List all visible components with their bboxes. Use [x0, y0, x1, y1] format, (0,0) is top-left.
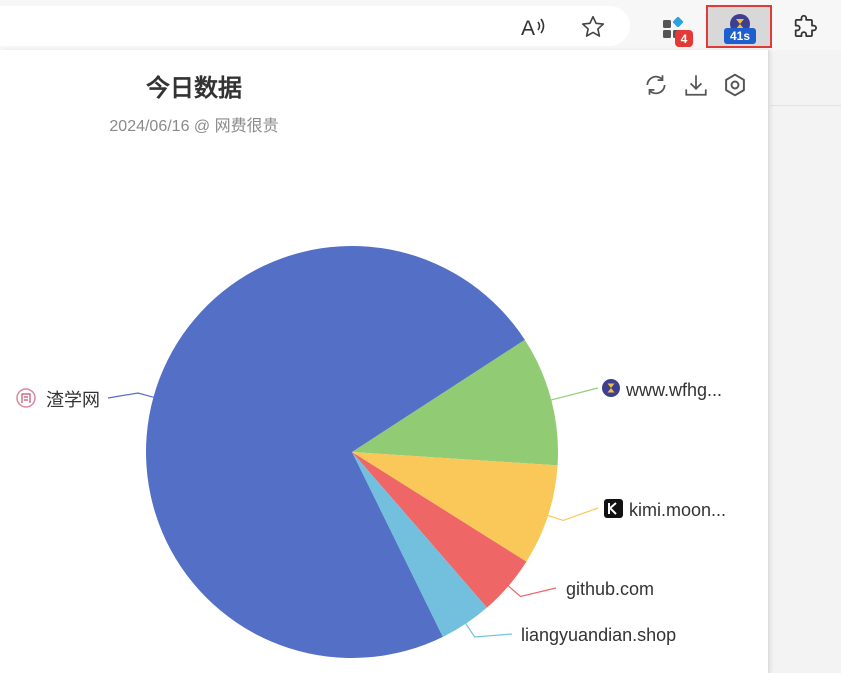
pie-leader-line-kimi	[547, 507, 599, 522]
hourglass-favicon	[602, 379, 620, 397]
pie-label-liangyuandian: liangyuandian.shop	[521, 625, 676, 645]
pie-label-github: github.com	[566, 579, 654, 599]
pie-label-wfhg: www.wfhg...	[625, 380, 722, 400]
kimi-favicon	[604, 499, 623, 518]
pie-leader-line-liangyuandian	[465, 623, 513, 638]
pie-leader-line-zhaxuewang	[107, 392, 154, 399]
pie-leader-line-wfhg	[551, 387, 599, 401]
zhaxuewang-favicon	[16, 388, 36, 408]
pie-chart: www.wfhg... kimi.moon... github.com lian…	[16, 245, 726, 658]
pie-label-kimi: kimi.moon...	[629, 500, 726, 520]
pie-label-zhaxuewang: 渣学网	[46, 390, 100, 410]
pie-leader-line-github	[508, 585, 557, 598]
